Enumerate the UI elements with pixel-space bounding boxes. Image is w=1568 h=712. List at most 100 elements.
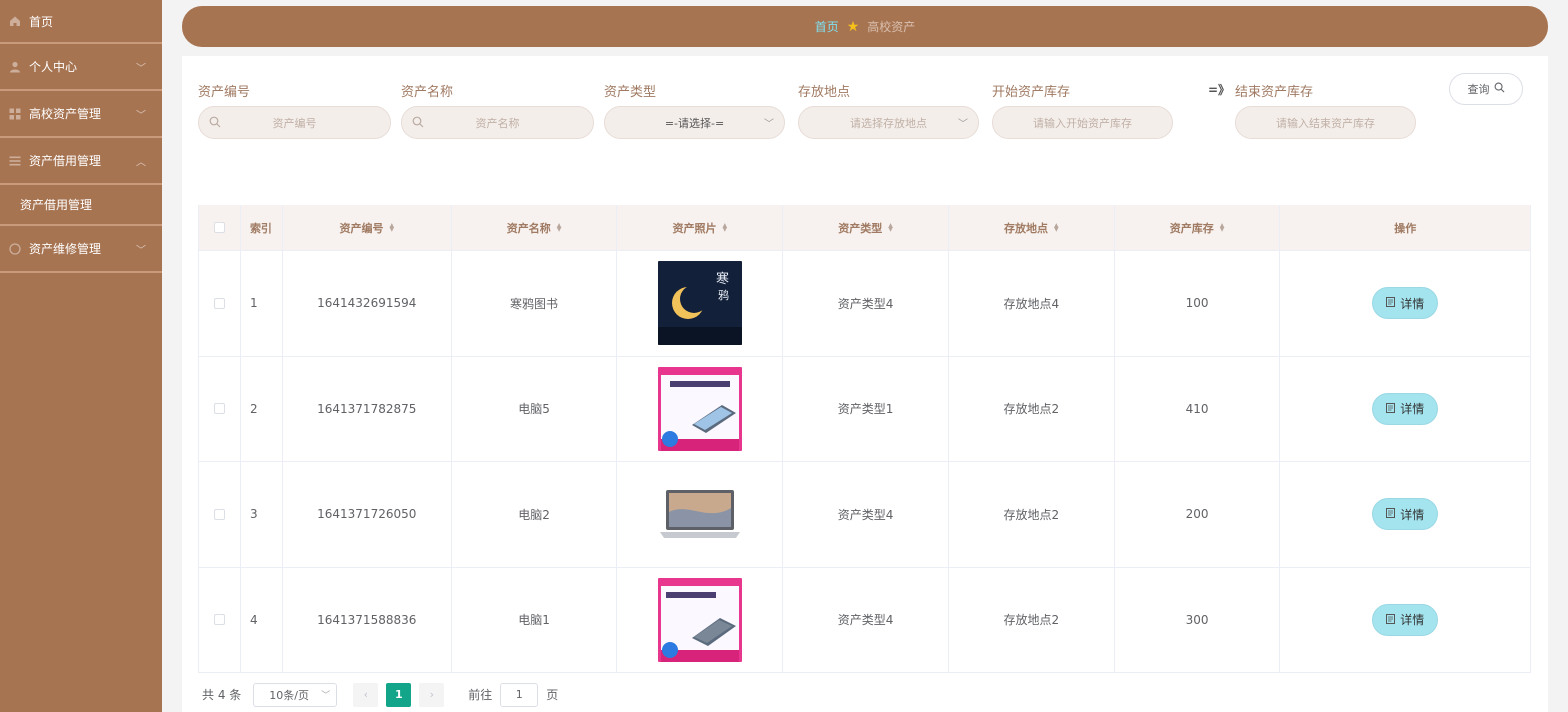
table-row: 4 1641371588836 电脑1 资产类型4 存放地点2 300 详情 — [199, 567, 1530, 673]
header-asset-name[interactable]: 资产名称 ▲ ▼ — [452, 205, 618, 250]
sort-icon[interactable]: ▲ ▼ — [888, 222, 893, 232]
row-checkbox-cell — [199, 356, 241, 461]
book-cover-image[interactable]: 寒 鸦 — [657, 261, 742, 346]
chevron-down-icon: ﹀ — [321, 691, 331, 701]
header-asset-photo[interactable]: 资产照片 ▲ ▼ — [617, 205, 784, 250]
row-asset-photo — [617, 567, 784, 672]
laptop-ad-image[interactable] — [657, 366, 742, 451]
chevron-down-icon: ﹀ — [958, 119, 968, 130]
laptop-ad-image[interactable] — [657, 577, 742, 662]
detail-button[interactable]: 详情 — [1372, 498, 1439, 531]
row-actions: 详情 — [1280, 357, 1530, 462]
chevron-left-icon: ‹ — [363, 688, 368, 701]
page-size-value: 10条/页 — [269, 688, 309, 702]
row-asset-no: 1641432691594 — [283, 251, 452, 356]
sort-icon[interactable]: ▲ ▼ — [389, 222, 394, 232]
stock-start-input[interactable]: 请输入开始资产库存 — [992, 106, 1173, 139]
chevron-down-icon: ﹀ — [136, 110, 146, 121]
sidebar-item-home[interactable]: 首页 — [0, 0, 162, 44]
sidebar-item-asset-management[interactable]: 高校资产管理 ﹀ — [0, 91, 162, 138]
chevron-down-icon: ﹀ — [764, 119, 774, 130]
sidebar-item-personal-center[interactable]: 个人中心 ﹀ — [0, 44, 162, 91]
detail-button-label: 详情 — [1400, 402, 1425, 417]
breadcrumb: 首页 ★ 高校资产 — [182, 6, 1548, 47]
sidebar: 首页 个人中心 ﹀ 高校资产管理 ﹀ 资产借用管理 ︿ 资产借用管理 资产维修管… — [0, 0, 162, 712]
header-label: 操作 — [1394, 221, 1417, 235]
laptop-image[interactable] — [657, 472, 742, 557]
row-actions: 详情 — [1280, 251, 1530, 356]
row-checkbox[interactable] — [213, 297, 225, 309]
row-checkbox-cell — [199, 567, 241, 672]
asset-name-input[interactable]: 资产名称 — [401, 106, 594, 139]
header-stock[interactable]: 资产库存 ▲ ▼ — [1115, 205, 1281, 250]
asset-no-input[interactable]: 资产编号 — [198, 106, 391, 139]
sidebar-item-label: 首页 — [29, 14, 54, 29]
home-icon — [8, 15, 21, 28]
star-icon: ★ — [846, 18, 860, 35]
row-asset-type: 资产类型4 — [783, 567, 949, 672]
sort-icon[interactable]: ▲ ▼ — [722, 222, 727, 232]
row-asset-photo — [617, 356, 784, 461]
search-icon — [412, 116, 424, 131]
row-location: 存放地点2 — [949, 567, 1115, 672]
row-location: 存放地点2 — [949, 462, 1115, 567]
header-label: 资产名称 — [506, 221, 551, 235]
row-location: 存放地点2 — [949, 356, 1115, 461]
sort-icon[interactable]: ▲ ▼ — [1054, 222, 1059, 232]
range-arrow: =》 — [1208, 83, 1231, 97]
location-select[interactable]: 请选择存放地点 ﹀ — [798, 106, 979, 139]
sidebar-item-asset-repair[interactable]: 资产维修管理 ﹀ — [0, 226, 162, 273]
header-asset-type[interactable]: 资产类型 ▲ ▼ — [783, 205, 949, 250]
chevron-down-icon: ﹀ — [136, 63, 146, 74]
document-icon — [1386, 296, 1396, 310]
row-index: 3 — [241, 462, 283, 567]
row-checkbox[interactable] — [213, 614, 225, 626]
goto-page-input[interactable]: 1 — [500, 682, 539, 707]
document-icon — [1386, 402, 1396, 416]
row-asset-name: 电脑2 — [452, 462, 618, 567]
row-asset-no: 1641371782875 — [283, 356, 452, 461]
grid-icon — [8, 107, 21, 120]
location-placeholder: 请选择存放地点 — [850, 116, 927, 130]
sidebar-item-label: 高校资产管理 — [29, 107, 102, 121]
asset-type-select[interactable]: =-请选择-= ﹀ — [604, 106, 785, 139]
page-size-select[interactable]: 10条/页 ﹀ — [253, 682, 338, 707]
row-location: 存放地点4 — [949, 251, 1115, 356]
asset-name-label: 资产名称 — [401, 85, 454, 100]
header-location[interactable]: 存放地点 ▲ ▼ — [949, 205, 1115, 250]
row-asset-name: 电脑1 — [452, 567, 618, 672]
sort-icon[interactable]: ▲ ▼ — [1220, 222, 1225, 232]
asset-name-placeholder: 资产名称 — [475, 116, 520, 130]
goto-suffix: 页 — [546, 688, 559, 702]
header-asset-no[interactable]: 资产编号 ▲ ▼ — [283, 205, 452, 250]
search-icon — [1494, 82, 1505, 96]
detail-button[interactable]: 详情 — [1372, 287, 1439, 320]
query-button[interactable]: 查询 — [1449, 73, 1523, 105]
page-number-1[interactable]: 1 — [386, 682, 412, 707]
breadcrumb-home-link[interactable]: 首页 — [815, 18, 839, 35]
detail-button[interactable]: 详情 — [1372, 392, 1439, 425]
select-all-checkbox[interactable] — [213, 222, 225, 233]
stock-end-input[interactable]: 请输入结束资产库存 — [1235, 106, 1416, 139]
chevron-right-icon: › — [429, 688, 434, 701]
asset-no-label: 资产编号 — [198, 85, 251, 100]
chevron-up-icon: ︿ — [136, 157, 146, 168]
row-checkbox[interactable] — [213, 403, 225, 415]
detail-button[interactable]: 详情 — [1372, 603, 1439, 636]
next-page-button[interactable]: › — [419, 682, 445, 707]
row-stock: 100 — [1115, 251, 1281, 356]
row-index: 1 — [241, 251, 283, 356]
search-icon — [209, 116, 221, 131]
document-icon — [1386, 613, 1396, 627]
sidebar-item-asset-borrow[interactable]: 资产借用管理 ︿ — [0, 138, 162, 185]
header-checkbox-cell — [199, 205, 241, 250]
row-checkbox[interactable] — [213, 508, 225, 520]
prev-page-button[interactable]: ‹ — [353, 682, 379, 707]
svg-text:寒: 寒 — [716, 271, 729, 287]
sort-icon[interactable]: ▲ ▼ — [557, 222, 562, 232]
circle-icon — [8, 242, 21, 255]
row-asset-type: 资产类型1 — [783, 356, 949, 461]
breadcrumb-current: 高校资产 — [867, 20, 916, 34]
asset-table: 索引 资产编号 ▲ ▼ 资产名称 ▲ ▼ 资产照片 ▲ ▼ 资产类型 ▲ ▼ 存放地点 ▲ ▼ 资产… — [198, 205, 1531, 673]
sidebar-subitem-asset-borrow[interactable]: 资产借用管理 — [0, 185, 162, 226]
